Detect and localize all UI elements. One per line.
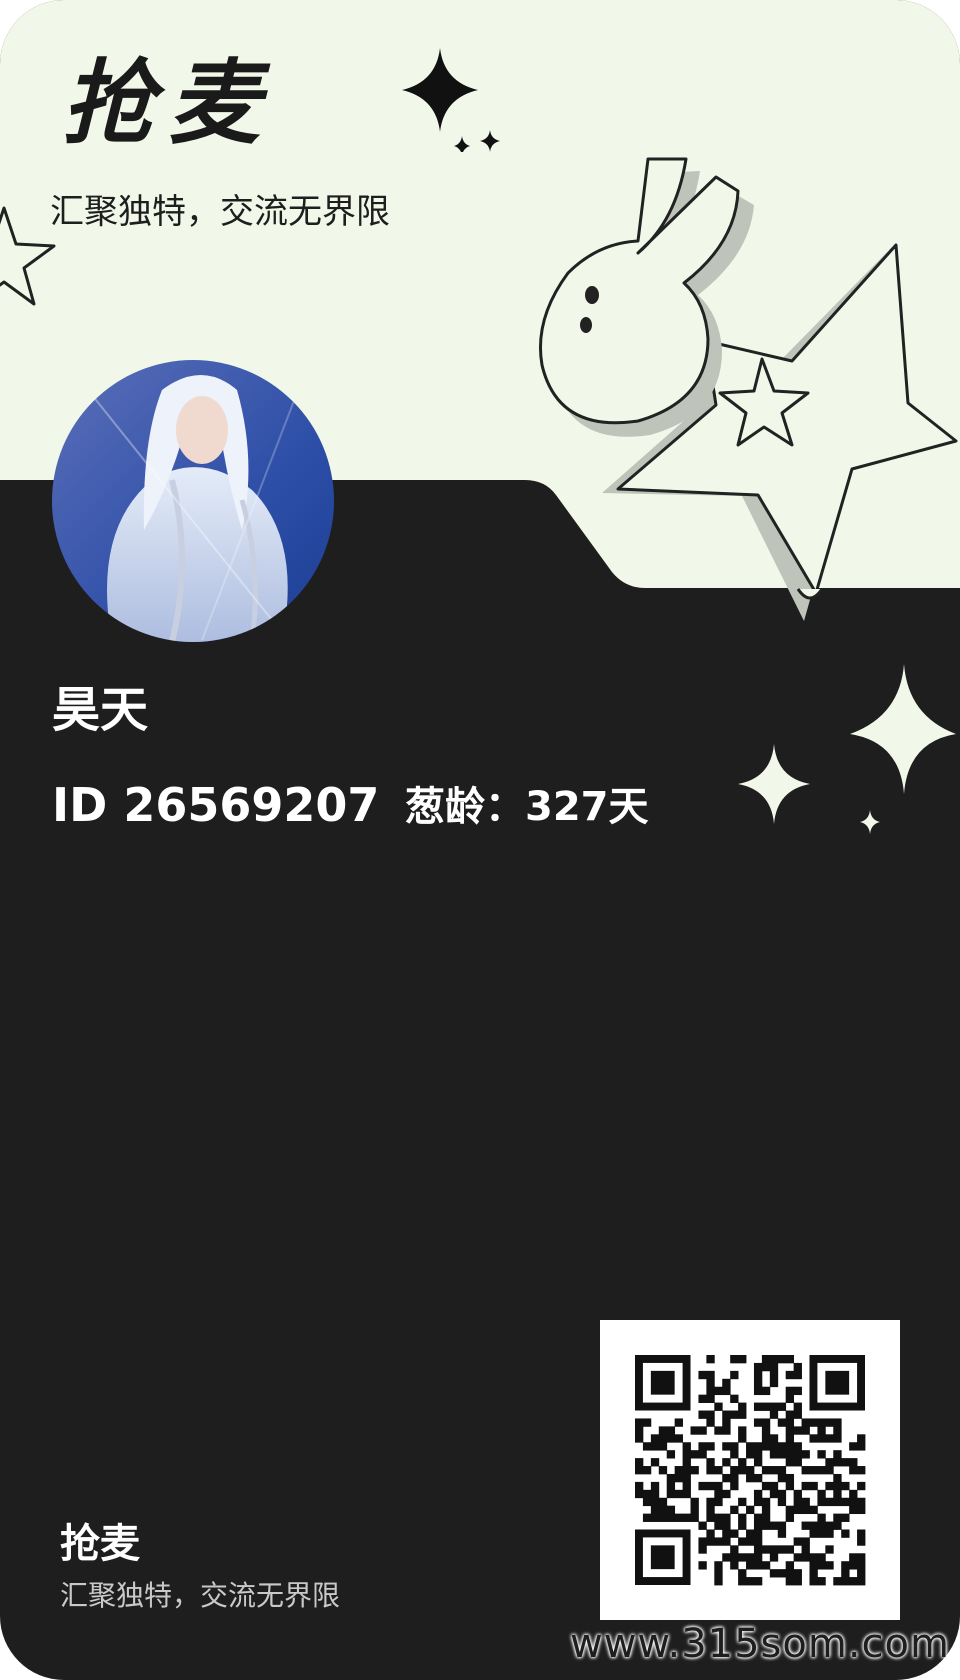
footer-title: 抢麦 [60,1521,140,1567]
qr-code[interactable] [600,1320,900,1620]
rabbit-icon [538,157,958,621]
share-card: 抢麦 汇聚独特，交流无界限 昊天 ID 26569207 葱龄：327天 抢麦 … [0,0,960,1680]
user-age: 葱龄：327天 [405,784,649,830]
watermark: www.315som.com [570,1621,950,1667]
brand-title: 抢麦 [62,50,275,157]
username: 昊天 [52,682,149,738]
footer-subtitle: 汇聚独特，交流无界限 [60,1579,341,1612]
brand-subtitle: 汇聚独特，交流无界限 [50,192,390,232]
sparkle-icon [402,48,500,152]
avatar[interactable] [52,360,334,642]
sparkle-icon [738,664,956,834]
user-id: ID 26569207 [52,778,380,832]
